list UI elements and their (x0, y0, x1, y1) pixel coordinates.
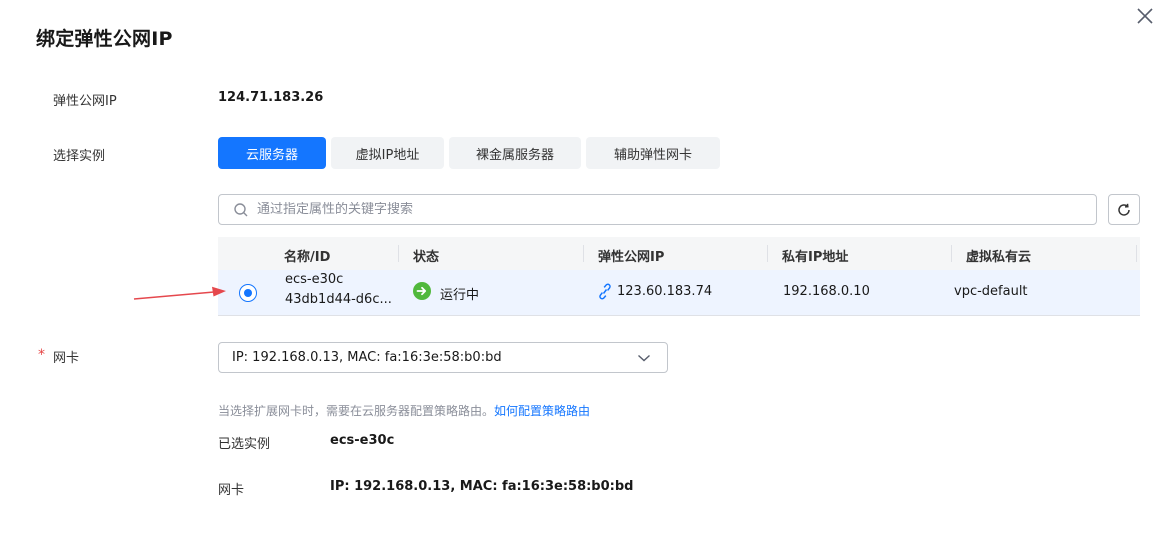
column-header-private-ip: 私有IP地址 (782, 250, 849, 265)
policy-route-hint: 当选择扩展网卡时，需要在云服务器配置策略路由。如何配置策略路由 (218, 402, 590, 419)
search-box (218, 194, 1097, 225)
selected-instance-value: ecs-e30c (330, 433, 395, 448)
row-select-radio[interactable] (239, 284, 257, 302)
instance-name: ecs-e30c (285, 272, 344, 287)
column-divider (398, 245, 399, 262)
search-icon (233, 202, 249, 218)
dialog-title: 绑定弹性公网IP (36, 28, 173, 50)
refresh-button[interactable] (1108, 194, 1140, 225)
refresh-icon (1116, 202, 1132, 218)
eip-value: 124.71.183.26 (218, 90, 324, 105)
instance-id: 43db1d44-d6c... (285, 292, 392, 307)
summary-nic-value: IP: 192.168.0.13, MAC: fa:16:3e:58:b0:bd (330, 479, 634, 494)
link-icon (598, 283, 612, 300)
tab-ecs[interactable]: 云服务器 (218, 137, 326, 169)
instance-select-label: 选择实例 (53, 149, 106, 164)
tab-virtual-ip[interactable]: 虚拟IP地址 (331, 137, 444, 169)
instance-private-ip: 192.168.0.10 (783, 284, 870, 299)
nic-select[interactable]: IP: 192.168.0.13, MAC: fa:16:3e:58:b0:bd (218, 342, 668, 373)
tab-secondary-eni[interactable]: 辅助弹性网卡 (586, 137, 720, 169)
nic-label: 网卡 (53, 351, 80, 366)
column-header-eip: 弹性公网IP (598, 250, 665, 265)
column-divider (951, 245, 952, 262)
table-header: 名称/ID 状态 弹性公网IP 私有IP地址 虚拟私有云 (218, 237, 1140, 270)
column-divider (1136, 245, 1137, 262)
hint-text: 当选择扩展网卡时，需要在云服务器配置策略路由。 (218, 404, 495, 418)
column-divider (583, 245, 584, 262)
eip-label: 弹性公网IP (53, 94, 117, 109)
required-mark: * (38, 347, 45, 363)
nic-select-value: IP: 192.168.0.13, MAC: fa:16:3e:58:b0:bd (232, 350, 502, 365)
column-header-name: 名称/ID (284, 250, 331, 265)
status-running-icon (413, 282, 431, 300)
instance-status: 运行中 (440, 288, 480, 303)
column-divider (767, 245, 768, 262)
policy-route-help-link[interactable]: 如何配置策略路由 (494, 404, 590, 418)
instance-table: 名称/ID 状态 弹性公网IP 私有IP地址 虚拟私有云 ecs-e30c 43… (218, 237, 1140, 316)
column-header-vpc: 虚拟私有云 (966, 250, 1032, 265)
summary-nic-label: 网卡 (218, 483, 245, 498)
instance-vpc: vpc-default (954, 284, 1028, 299)
table-row[interactable]: ecs-e30c 43db1d44-d6c... 运行中 123.60.183.… (218, 270, 1140, 316)
chevron-down-icon (637, 352, 651, 367)
instance-eip: 123.60.183.74 (617, 284, 713, 299)
instance-type-tabs: 云服务器 虚拟IP地址 裸金属服务器 辅助弹性网卡 (218, 137, 720, 169)
close-icon[interactable] (1135, 6, 1155, 26)
annotation-arrow-icon (133, 286, 226, 300)
column-header-status: 状态 (413, 250, 440, 265)
selected-instance-label: 已选实例 (218, 437, 271, 452)
search-input[interactable] (257, 202, 1077, 217)
tab-bare-metal-server[interactable]: 裸金属服务器 (449, 137, 581, 169)
